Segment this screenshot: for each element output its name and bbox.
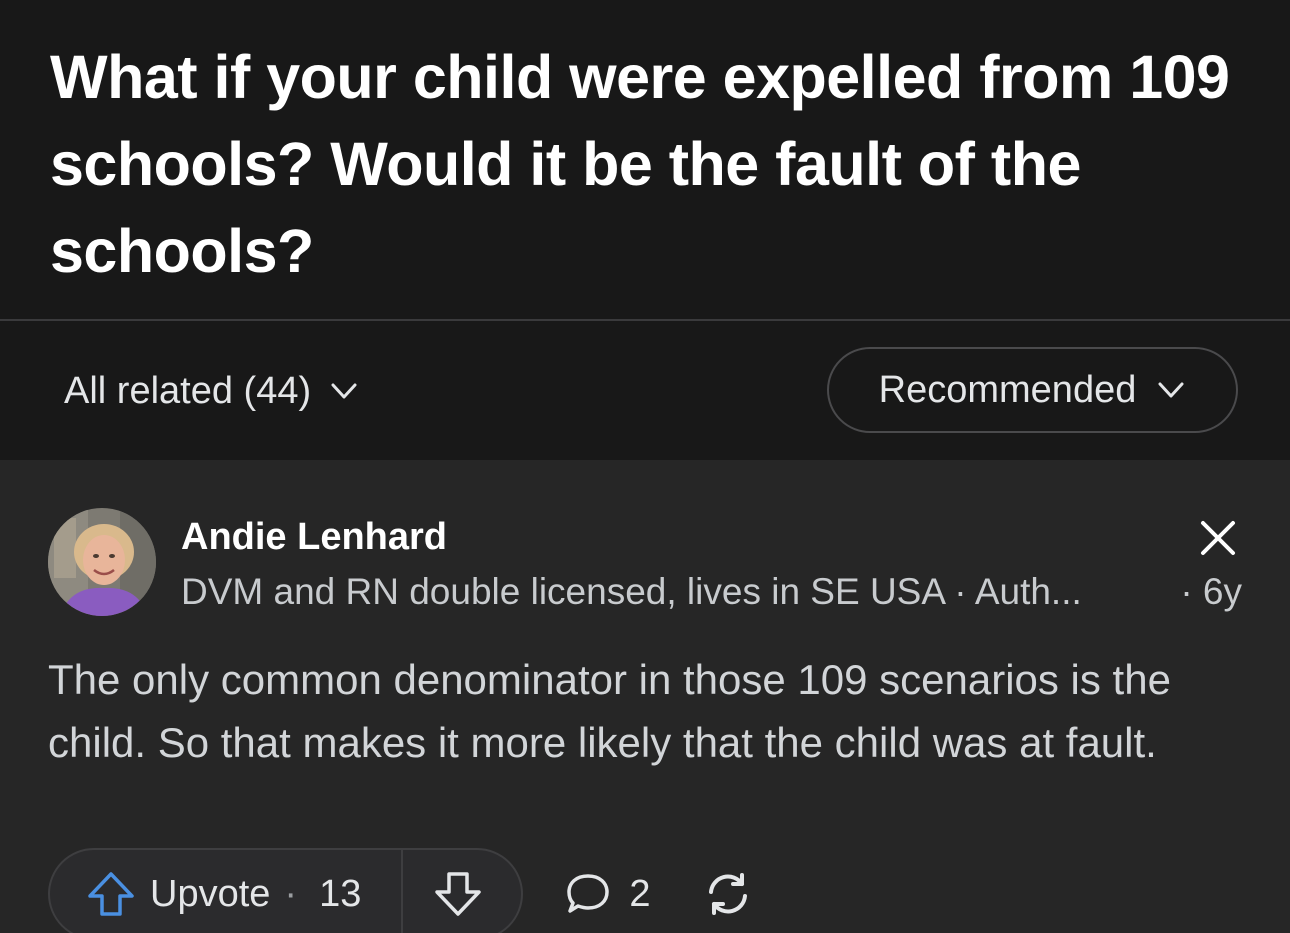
share-refresh-icon xyxy=(709,873,748,915)
comment-button[interactable]: 2 xyxy=(565,872,650,916)
comment-count: 2 xyxy=(629,872,651,915)
answer-card: Andie Lenhard DVM and RN double licensed… xyxy=(0,460,1290,933)
question-header: What if your child were expelled from 10… xyxy=(0,0,1290,319)
filter-bar: All related (44) Recommended xyxy=(0,321,1290,460)
all-related-dropdown[interactable]: All related (44) xyxy=(64,369,359,413)
avatar[interactable] xyxy=(48,508,156,616)
all-related-label: All related (44) xyxy=(64,369,312,412)
sort-label: Recommended xyxy=(878,368,1137,411)
upvote-button[interactable]: Upvote · 13 xyxy=(50,850,401,933)
answer-timestamp[interactable]: · 6y xyxy=(1180,571,1242,613)
author-credential[interactable]: DVM and RN double licensed, lives in SE … xyxy=(181,571,1151,613)
upvote-separator: · xyxy=(284,872,298,915)
comment-bubble-icon xyxy=(567,874,610,913)
chevron-down-icon xyxy=(1158,382,1184,398)
action-bar: Upvote · 13 2 xyxy=(48,848,754,933)
chevron-down-icon xyxy=(331,383,357,399)
downvote-button[interactable] xyxy=(403,850,521,933)
author-name[interactable]: Andie Lenhard xyxy=(181,516,447,559)
page: What if your child were expelled from 10… xyxy=(0,0,1290,933)
answer-body[interactable]: The only common denominator in those 109… xyxy=(48,648,1248,774)
question-title: What if your child were expelled from 10… xyxy=(50,43,1230,285)
upvote-arrow-icon xyxy=(88,872,134,916)
sort-dropdown[interactable]: Recommended xyxy=(827,347,1238,433)
upvote-count: 13 xyxy=(319,872,362,915)
vote-pill: Upvote · 13 xyxy=(48,848,524,933)
avatar-image xyxy=(48,508,156,616)
share-button[interactable] xyxy=(702,870,754,918)
downvote-arrow-icon xyxy=(435,872,482,916)
upvote-label: Upvote xyxy=(150,872,271,915)
close-icon[interactable] xyxy=(1196,516,1240,560)
